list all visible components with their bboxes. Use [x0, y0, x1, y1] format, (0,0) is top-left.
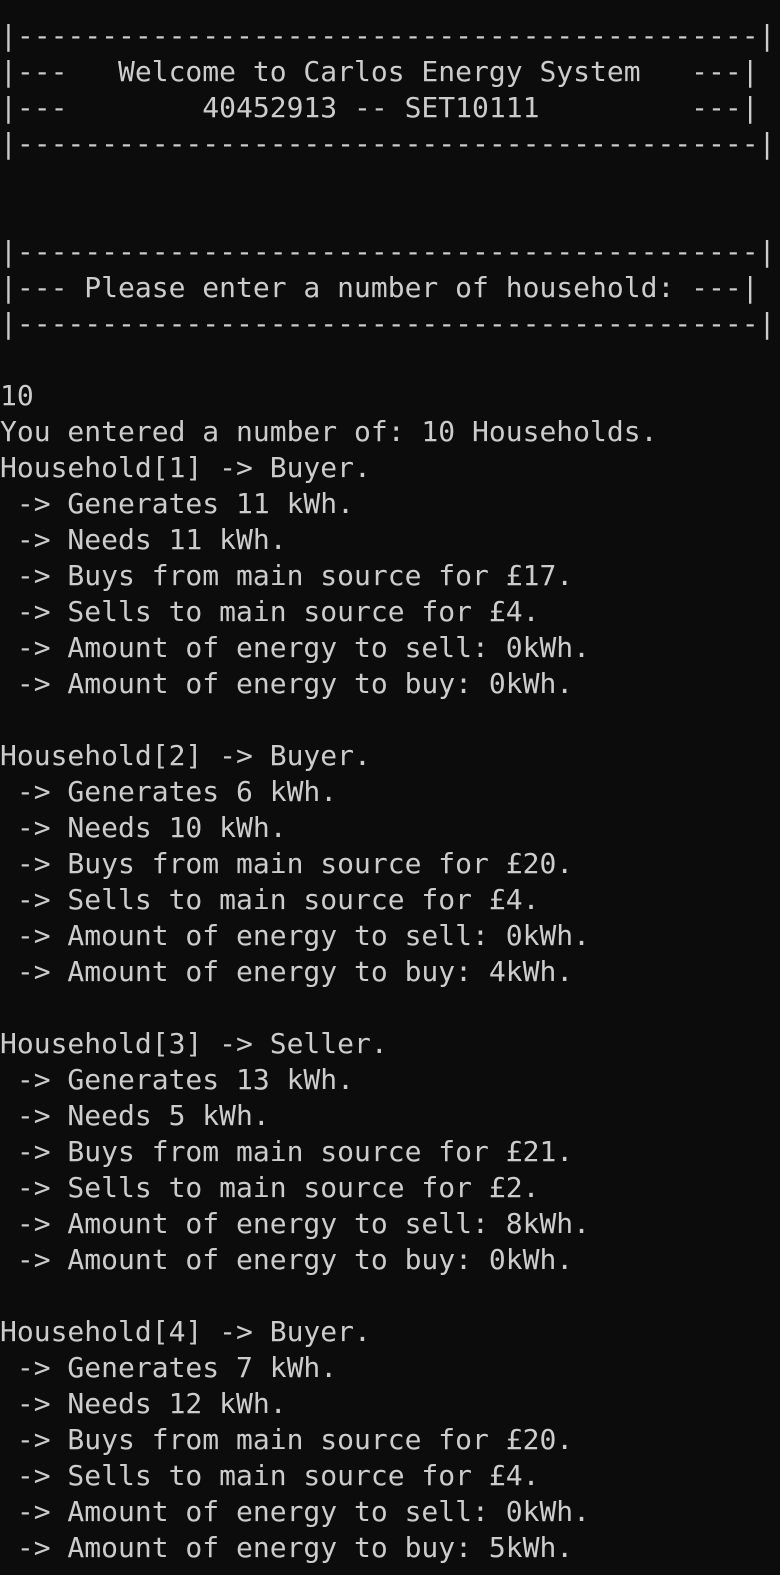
- household-needs: -> Needs 12 kWh.: [0, 1387, 287, 1420]
- household-header: Household[2] -> Buyer.: [0, 739, 371, 772]
- household-sell-price: -> Sells to main source for £4.: [0, 883, 540, 916]
- household-generates: -> Generates 11 kWh.: [0, 487, 355, 520]
- welcome-banner: |---------------------------------------…: [0, 18, 780, 162]
- household-header: Household[3] -> Seller.: [0, 1027, 388, 1060]
- household-needs: -> Needs 5 kWh.: [0, 1099, 270, 1132]
- household-block: Household[2] -> Buyer. -> Generates 6 kW…: [0, 738, 780, 990]
- household-energy-to-sell: -> Amount of energy to sell: 0kWh.: [0, 631, 591, 664]
- household-buy-price: -> Buys from main source for £21.: [0, 1135, 574, 1168]
- household-energy-to-sell: -> Amount of energy to sell: 8kWh.: [0, 1207, 591, 1240]
- household-prompt-box: |---------------------------------------…: [0, 234, 780, 342]
- household-generates: -> Generates 13 kWh.: [0, 1063, 355, 1096]
- banner-border-bottom: |---------------------------------------…: [0, 127, 776, 160]
- household-energy-to-sell: -> Amount of energy to sell: 0kWh.: [0, 1495, 591, 1528]
- banner-id-line: |--- 40452913 -- SET10111 ---|: [0, 91, 759, 124]
- banner-border-top: |---------------------------------------…: [0, 19, 776, 52]
- household-energy-to-sell: -> Amount of energy to sell: 0kWh.: [0, 919, 591, 952]
- prompt-border-top: |---------------------------------------…: [0, 235, 776, 268]
- household-sell-price: -> Sells to main source for £4.: [0, 595, 540, 628]
- household-header: Household[4] -> Buyer.: [0, 1315, 371, 1348]
- household-energy-to-buy: -> Amount of energy to buy: 5kWh.: [0, 1531, 574, 1564]
- household-generates: -> Generates 6 kWh.: [0, 775, 338, 808]
- household-sell-price: -> Sells to main source for £2.: [0, 1171, 540, 1204]
- household-energy-to-buy: -> Amount of energy to buy: 0kWh.: [0, 667, 574, 700]
- household-sell-price: -> Sells to main source for £4.: [0, 1459, 540, 1492]
- household-needs: -> Needs 11 kWh.: [0, 523, 287, 556]
- household-block: Household[4] -> Buyer. -> Generates 7 kW…: [0, 1314, 780, 1566]
- confirmation-line: You entered a number of: 10 Households.: [0, 415, 658, 448]
- household-block: Household[3] -> Seller. -> Generates 13 …: [0, 1026, 780, 1278]
- prompt-border-bottom: |---------------------------------------…: [0, 307, 776, 340]
- household-buy-price: -> Buys from main source for £20.: [0, 1423, 574, 1456]
- household-header: Household[1] -> Buyer.: [0, 451, 371, 484]
- console-window[interactable]: |---------------------------------------…: [0, 0, 780, 1575]
- household-needs: -> Needs 10 kWh.: [0, 811, 287, 844]
- household-energy-to-buy: -> Amount of energy to buy: 4kWh.: [0, 955, 574, 988]
- prompt-text: |--- Please enter a number of household:…: [0, 271, 759, 304]
- household-block: Household[1] -> Buyer. -> Generates 11 k…: [0, 450, 780, 702]
- household-energy-to-buy: -> Amount of energy to buy: 0kWh.: [0, 1243, 574, 1276]
- household-buy-price: -> Buys from main source for £17.: [0, 559, 574, 592]
- user-input-line[interactable]: 10: [0, 378, 780, 414]
- household-buy-price: -> Buys from main source for £20.: [0, 847, 574, 880]
- household-generates: -> Generates 7 kWh.: [0, 1351, 338, 1384]
- banner-welcome-line: |--- Welcome to Carlos Energy System ---…: [0, 55, 759, 88]
